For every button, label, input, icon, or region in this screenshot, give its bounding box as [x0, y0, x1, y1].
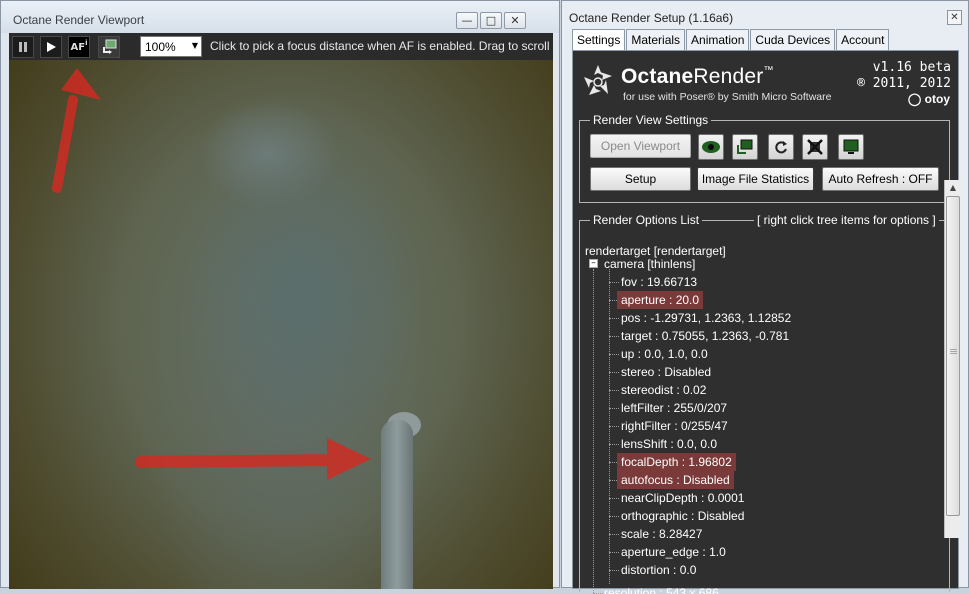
otoy-text: otoy — [924, 92, 950, 106]
tree-connector — [609, 552, 619, 553]
tree-item-camera-param[interactable]: stereo : Disabled — [621, 363, 711, 381]
annotation-arrowhead-right — [327, 438, 371, 480]
render-options-hint: [ right click tree items for options ] — [754, 213, 939, 227]
tree-item-camera-param[interactable]: fov : 19.66713 — [621, 273, 697, 291]
tree-connector — [609, 372, 619, 373]
tree-item-camera-param[interactable]: distortion : 0.0 — [621, 561, 696, 579]
setup-window: Octane Render Setup (1.16a6) ✕ Settings … — [561, 0, 969, 594]
viewport-titlebar[interactable]: Octane Render Viewport — □ ✕ — [1, 1, 559, 33]
annotation-overlay — [52, 68, 371, 480]
tree-item-resolution[interactable]: resolution : 543 x 686 — [604, 584, 719, 594]
play-icon[interactable] — [40, 36, 62, 58]
tree-item-camera-param[interactable]: leftFilter : 255/0/207 — [621, 399, 727, 417]
viewport-window: Octane Render Viewport — □ ✕ AF i 100% ▼ … — [0, 0, 560, 589]
tree-connector — [609, 336, 619, 337]
tree-connector — [609, 282, 619, 283]
tree-item-camera-param[interactable]: target : 0.75055, 1.2363, -0.781 — [621, 327, 789, 345]
tree-item-camera-param[interactable]: rightFilter : 0/255/47 — [621, 417, 728, 435]
tree-item-camera-param[interactable]: aperture : 20.0 — [617, 291, 704, 309]
tree-item-camera-param[interactable]: stereodist : 0.02 — [621, 381, 706, 399]
tree-connector — [609, 408, 619, 409]
tree-connector — [609, 498, 619, 499]
close-icon[interactable]: ✕ — [504, 12, 526, 29]
settings-panel: OctaneRender™ for use with Poser® by Smi… — [572, 50, 959, 594]
setup-title: Octane Render Setup (1.16a6) — [569, 11, 734, 25]
tree-item-camera-param[interactable]: autofocus : Disabled — [617, 471, 734, 489]
tree-connector — [609, 570, 619, 571]
options-tree[interactable]: rendertarget [rendertarget] – camera [th… — [581, 237, 926, 594]
options-scrollbar[interactable]: ▲ — — — — [944, 180, 961, 538]
collapse-icon[interactable]: – — [589, 259, 598, 268]
tree-item-camera-param[interactable]: pos : -1.29731, 1.2363, 1.12852 — [621, 309, 791, 327]
tree-item-camera-param[interactable]: lensShift : 0.0, 0.0 — [621, 435, 717, 453]
chevron-down-icon: ▼ — [191, 41, 198, 50]
brand-name-rest: Render — [693, 65, 764, 88]
tree-connector — [609, 516, 619, 517]
tree-item-camera-param[interactable]: scale : 8.28427 — [621, 525, 702, 543]
af-label: AF — [70, 41, 86, 53]
tab-settings[interactable]: Settings — [572, 29, 626, 51]
tree-item-camera-param[interactable]: up : 0.0, 1.0, 0.0 — [621, 345, 708, 363]
focus-pick-icon[interactable] — [98, 36, 120, 58]
tree-item-camera-param[interactable]: orthographic : Disabled — [621, 507, 744, 525]
brand-subtitle: for use with Poser® by Smith Micro Softw… — [623, 91, 832, 103]
zoom-value: 100% — [145, 40, 176, 54]
eye-icon[interactable] — [698, 134, 724, 160]
brand-name: OctaneRender™ — [621, 65, 774, 89]
render-canvas[interactable] — [9, 60, 553, 589]
tree-connector — [609, 390, 619, 391]
tab-bar: Settings Materials Animation Cuda Device… — [572, 29, 890, 51]
annotation-arrow-right — [135, 454, 345, 468]
scroll-up-icon[interactable]: ▲ — [945, 180, 961, 196]
monitor-icon[interactable] — [838, 134, 864, 160]
tree-item-camera-param[interactable]: focalDepth : 1.96802 — [617, 453, 736, 471]
grip-icon: — — — — [950, 346, 957, 357]
window-icon[interactable] — [732, 134, 758, 160]
viewport-hint-text: Click to pick a focus distance when AF i… — [210, 39, 553, 53]
refresh-icon[interactable] — [768, 134, 794, 160]
brand-tm: ™ — [763, 65, 774, 76]
tree-item-camera-param[interactable]: nearClipDepth : 0.0001 — [621, 489, 744, 507]
gpu-disabled-icon[interactable] — [802, 134, 828, 160]
octane-logo-icon — [584, 65, 612, 95]
tree-connector — [593, 269, 594, 594]
close-icon[interactable]: ✕ — [947, 10, 962, 25]
render-options-label: Render Options List — [590, 213, 703, 227]
open-viewport-button[interactable]: Open Viewport — [590, 134, 691, 158]
setup-button[interactable]: Setup — [590, 167, 691, 191]
viewport-title: Octane Render Viewport — [13, 13, 145, 27]
auto-refresh-button[interactable]: Auto Refresh : OFF — [822, 167, 939, 191]
annotation-arrowhead-up — [61, 68, 101, 100]
zoom-select[interactable]: 100% ▼ — [140, 36, 202, 57]
annotation-arrow-up — [52, 95, 78, 193]
render-options-group: Render Options List [ right click tree i… — [579, 213, 950, 594]
autofocus-button[interactable]: AF i — [68, 36, 90, 58]
tree-item-camera-param[interactable]: aperture_edge : 1.0 — [621, 543, 726, 561]
version-label: v1.16 beta — [872, 60, 951, 75]
tree-connector — [609, 318, 619, 319]
brand-header: OctaneRender™ for use with Poser® by Smi… — [578, 59, 954, 111]
image-file-statistics-button[interactable]: Image File Statistics — [697, 167, 814, 191]
brand-name-bold: Octane — [621, 65, 694, 88]
render-view-settings-label: Render View Settings — [590, 113, 712, 127]
tree-connector — [609, 534, 619, 535]
tree-connector — [609, 426, 619, 427]
viewport-toolbar: AF i 100% ▼ Click to pick a focus distanc… — [9, 33, 553, 60]
tab-cuda-devices[interactable]: Cuda Devices — [750, 29, 836, 50]
scrollbar-thumb[interactable]: — — — — [946, 196, 960, 516]
maximize-icon[interactable]: □ — [480, 12, 502, 29]
minimize-icon[interactable]: — — [456, 12, 478, 29]
pause-icon[interactable] — [12, 36, 34, 58]
otoy-logo: ◯ otoy — [907, 92, 950, 106]
tree-item-camera[interactable]: camera [thinlens] — [604, 255, 695, 273]
tree-connector — [609, 354, 619, 355]
tab-materials[interactable]: Materials — [626, 29, 686, 50]
tree-connector — [609, 444, 619, 445]
tab-animation[interactable]: Animation — [686, 29, 750, 50]
copyright-label: ® 2011, 2012 — [857, 76, 951, 91]
tab-account[interactable]: Account — [836, 29, 890, 50]
render-view-settings-group: Render View Settings Open Viewport Setup… — [579, 113, 950, 203]
